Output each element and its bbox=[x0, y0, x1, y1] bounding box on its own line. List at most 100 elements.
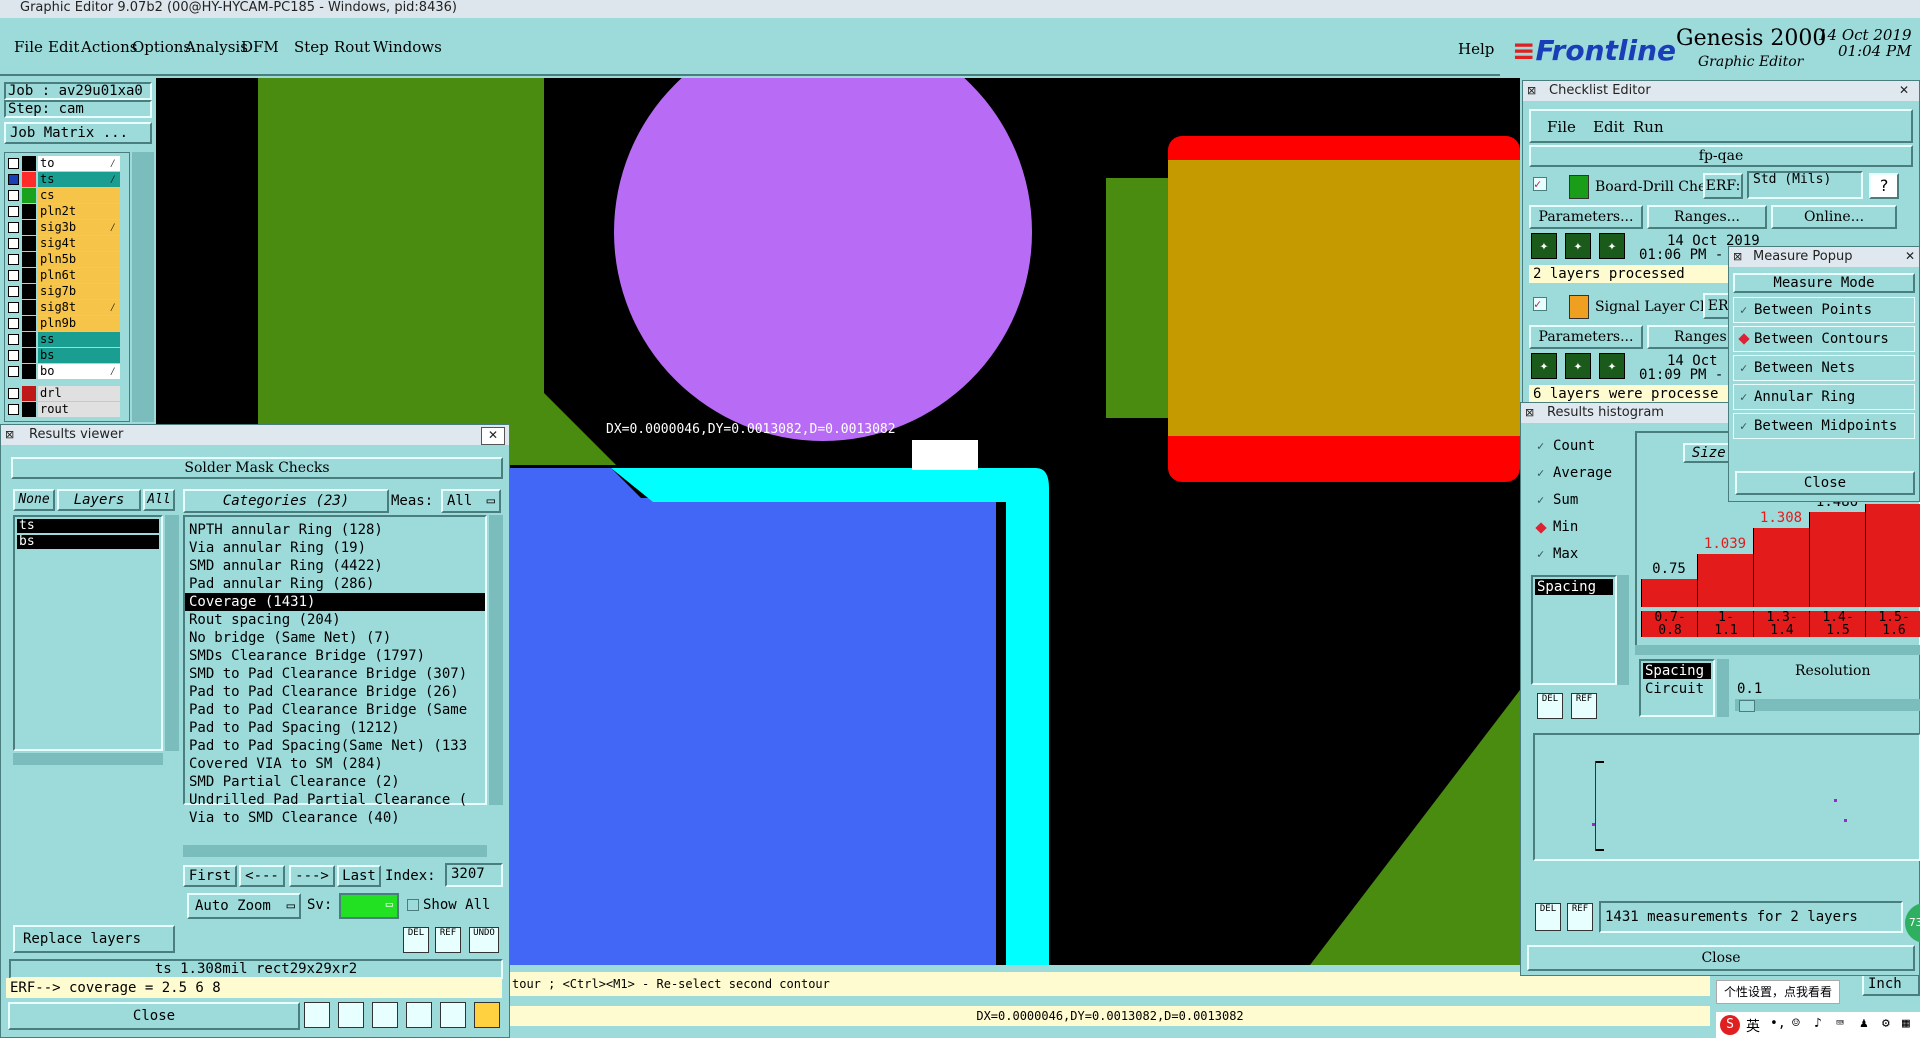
check-2-toggle[interactable]: ✓ bbox=[1533, 297, 1547, 311]
run-action-icon[interactable]: ✦ bbox=[1565, 233, 1591, 259]
layer-checkbox[interactable] bbox=[8, 190, 19, 201]
check-1-erf-button[interactable]: ERF: bbox=[1703, 173, 1743, 199]
layers-scroll[interactable] bbox=[165, 515, 179, 751]
run-action-icon[interactable]: ✦ bbox=[1531, 233, 1557, 259]
histogram-type-scroll[interactable] bbox=[1617, 575, 1629, 685]
menu-step[interactable]: Step bbox=[294, 38, 329, 56]
layer-checkbox[interactable] bbox=[8, 254, 19, 265]
layer-checkbox[interactable] bbox=[8, 366, 19, 377]
grid-icon[interactable]: ▦ bbox=[1902, 1016, 1910, 1031]
all-button[interactable]: All bbox=[143, 489, 175, 511]
stat-option[interactable]: ✓ Average bbox=[1531, 462, 1627, 484]
replace-layers-button[interactable]: Replace layers bbox=[13, 925, 175, 953]
layer-name[interactable]: to ⁄ bbox=[38, 156, 120, 171]
type-circuit[interactable]: Circuit bbox=[1641, 681, 1713, 697]
layer-name[interactable]: pln6t bbox=[38, 268, 120, 283]
layer-checkbox[interactable] bbox=[8, 270, 19, 281]
layer-name[interactable]: rout bbox=[38, 402, 120, 417]
category-item[interactable]: SMDs Clearance Bridge (1797) bbox=[185, 647, 485, 665]
hist-ref-button[interactable]: REF bbox=[1571, 693, 1597, 719]
menu-analysis[interactable]: Analysis bbox=[185, 38, 248, 56]
checklist-menu-edit[interactable]: Edit bbox=[1593, 118, 1624, 136]
meas-dropdown[interactable]: All ▭ bbox=[441, 489, 501, 513]
categories-scroll[interactable] bbox=[489, 515, 503, 805]
layer-row[interactable]: to ⁄ bbox=[8, 156, 124, 171]
layer-color-swatch[interactable] bbox=[22, 188, 36, 203]
layer-name[interactable]: sig8t ⁄ bbox=[38, 300, 120, 315]
layer-name[interactable]: ts ⁄ bbox=[38, 172, 120, 187]
histogram-range-cell[interactable]: 1.5- 1.6 bbox=[1865, 611, 1920, 637]
footer-ref-button[interactable]: REF bbox=[1567, 903, 1593, 931]
layer-checkbox[interactable] bbox=[8, 222, 19, 233]
close-icon[interactable]: ✕ bbox=[481, 427, 505, 445]
layer-row[interactable]: sig4t bbox=[8, 236, 124, 251]
checklist-menu-run[interactable]: Run bbox=[1633, 118, 1664, 136]
check-1-ranges-button[interactable]: Ranges... bbox=[1647, 205, 1767, 229]
next-button[interactable]: ---> bbox=[289, 865, 335, 887]
layer-color-swatch[interactable] bbox=[22, 300, 36, 315]
category-item[interactable]: Via annular Ring (19) bbox=[185, 539, 485, 557]
layer-checkbox[interactable] bbox=[8, 238, 19, 249]
layer-checkbox[interactable] bbox=[8, 388, 19, 399]
category-item[interactable]: Pad to Pad Clearance Bridge (Same bbox=[185, 701, 485, 719]
doc-icon[interactable] bbox=[440, 1002, 466, 1028]
last-button[interactable]: Last bbox=[337, 865, 381, 887]
stat-option[interactable]: ✓ Count bbox=[1531, 435, 1627, 457]
category-item[interactable]: Pad annular Ring (286) bbox=[185, 575, 485, 593]
layer-scrollbar[interactable] bbox=[132, 152, 154, 422]
skin-icon[interactable]: ⚙ bbox=[1882, 1016, 1890, 1031]
chart-icon[interactable] bbox=[474, 1002, 500, 1028]
category-item[interactable]: Pad to Pad Spacing (1212) bbox=[185, 719, 485, 737]
punctuation-icon[interactable]: •, bbox=[1770, 1016, 1786, 1031]
category-item[interactable]: Pad to Pad Clearance Bridge (26) bbox=[185, 683, 485, 701]
drill-layer-row[interactable]: rout bbox=[8, 402, 124, 417]
layer-color-swatch[interactable] bbox=[22, 402, 36, 417]
categories-hscroll[interactable] bbox=[183, 845, 487, 857]
measure-mode-option[interactable]: Between Contours bbox=[1733, 326, 1915, 352]
histogram-bar[interactable] bbox=[1641, 579, 1698, 607]
layer-row[interactable]: pln5b bbox=[8, 252, 124, 267]
rv-layer-item[interactable]: ts bbox=[17, 519, 159, 533]
layer-row[interactable]: pln6t bbox=[8, 268, 124, 283]
slider-thumb[interactable] bbox=[1739, 700, 1755, 712]
layer-row[interactable]: sig7b bbox=[8, 284, 124, 299]
footer-del-button[interactable]: DEL bbox=[1535, 903, 1561, 931]
layer-row[interactable]: ss bbox=[8, 332, 124, 347]
menu-edit[interactable]: Edit bbox=[48, 38, 79, 56]
layer-name[interactable]: sig4t bbox=[38, 236, 120, 251]
emoji-icon[interactable]: ☺ bbox=[1792, 1016, 1800, 1031]
layer-name[interactable]: bo ⁄ bbox=[38, 364, 120, 379]
layer-color-swatch[interactable] bbox=[22, 220, 36, 235]
histogram-hscroll[interactable] bbox=[1635, 645, 1920, 655]
layer-color-swatch[interactable] bbox=[22, 236, 36, 251]
help-icon[interactable]: ? bbox=[1869, 173, 1899, 199]
measure-popup-close-button[interactable]: Close bbox=[1735, 471, 1915, 495]
measure-mode-option[interactable]: ✓ Between Midpoints bbox=[1733, 413, 1915, 439]
close-icon[interactable]: ✕ bbox=[1905, 249, 1915, 263]
layer-row[interactable]: bo ⁄ bbox=[8, 364, 124, 379]
histogram-bar[interactable] bbox=[1865, 504, 1920, 607]
run-action-icon[interactable]: ✦ bbox=[1531, 353, 1557, 379]
histogram-bar[interactable] bbox=[1753, 528, 1810, 607]
link-icon[interactable] bbox=[406, 1002, 432, 1028]
resolution-slider[interactable] bbox=[1735, 699, 1920, 712]
layer-checkbox[interactable] bbox=[8, 404, 19, 415]
category-item[interactable]: SMD to Pad Clearance Bridge (307) bbox=[185, 665, 485, 683]
menu-options[interactable]: Options bbox=[132, 38, 191, 56]
layer-color-swatch[interactable] bbox=[22, 172, 36, 187]
stop-icon[interactable] bbox=[338, 1002, 364, 1028]
layer-name[interactable]: pln5b bbox=[38, 252, 120, 267]
ime-lang[interactable]: 英 bbox=[1746, 1016, 1760, 1036]
undo-button[interactable]: UNDO bbox=[469, 927, 499, 953]
stat-option[interactable]: Min bbox=[1531, 516, 1627, 538]
layer-name[interactable]: pln9b bbox=[38, 316, 120, 331]
histogram-range-cell[interactable]: 1- 1.1 bbox=[1697, 611, 1754, 637]
layer-checkbox[interactable] bbox=[8, 334, 19, 345]
layer-row[interactable]: ts ⁄ bbox=[8, 172, 124, 187]
menu-rout[interactable]: Rout bbox=[334, 38, 370, 56]
layer-color-swatch[interactable] bbox=[22, 316, 36, 331]
run-action-icon[interactable]: ✦ bbox=[1599, 233, 1625, 259]
histogram-range-cell[interactable]: 1.4- 1.5 bbox=[1809, 611, 1866, 637]
check-1-erf-value[interactable]: Std (Mils) bbox=[1747, 171, 1863, 199]
job-matrix-button[interactable]: Job Matrix ... bbox=[4, 122, 152, 144]
